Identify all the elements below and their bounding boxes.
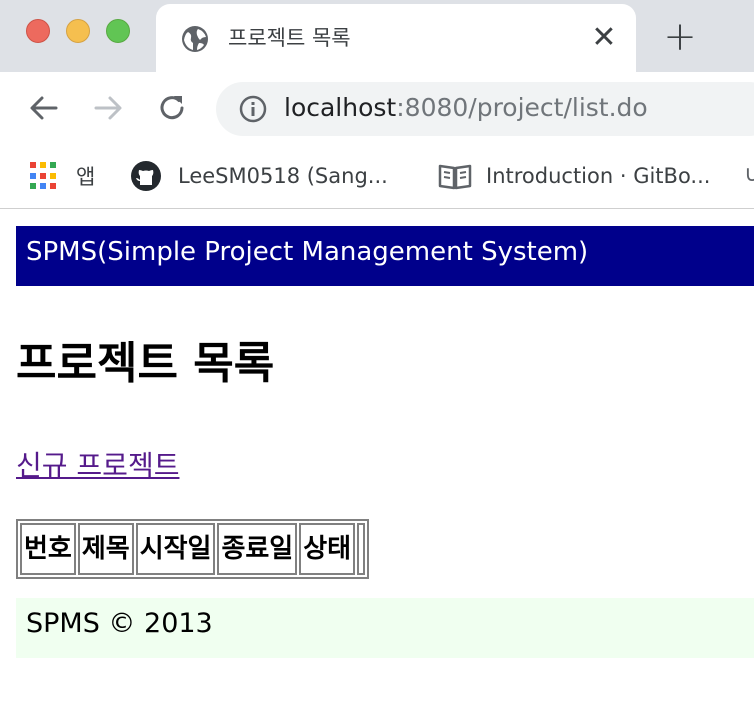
close-tab-icon[interactable]: ✕ xyxy=(588,22,620,54)
back-arrow-icon[interactable] xyxy=(26,90,62,126)
apps-grid-icon xyxy=(30,162,58,190)
reload-icon[interactable] xyxy=(154,90,190,126)
minimize-window-button[interactable] xyxy=(66,19,90,43)
bookmarks-overflow-icon[interactable]: ∪ xyxy=(744,162,754,187)
github-icon xyxy=(131,161,161,191)
url-text: localhost:8080/project/list.do xyxy=(284,92,648,124)
close-window-button[interactable] xyxy=(26,19,50,43)
bookmark-label: 앱 xyxy=(76,165,96,189)
page-title: 프로젝트 목록 xyxy=(16,338,275,389)
tab-strip: 프로젝트 목록 ✕ + xyxy=(0,0,754,72)
site-header: SPMS(Simple Project Management System) xyxy=(16,226,754,286)
new-tab-button[interactable]: + xyxy=(662,17,698,57)
new-project-link[interactable]: 신규 프로젝트 xyxy=(16,446,179,486)
tab-active[interactable]: 프로젝트 목록 ✕ xyxy=(156,4,636,72)
bookmark-github[interactable]: LeeSM0518 (Sang... xyxy=(130,156,388,196)
info-icon[interactable] xyxy=(238,94,268,124)
forward-arrow-icon[interactable] xyxy=(90,90,126,126)
url-path: :8080/project/list.do xyxy=(396,93,648,122)
bookmarks-bar: 앱 LeeSM0518 (Sang... Introduction · GitB… xyxy=(0,144,754,209)
book-icon xyxy=(438,164,472,190)
address-bar[interactable]: localhost:8080/project/list.do xyxy=(216,82,754,136)
bookmark-gitbook[interactable]: Introduction · GitBo... xyxy=(438,156,710,196)
globe-icon xyxy=(182,26,208,52)
url-host: localhost xyxy=(284,93,397,122)
maximize-window-button[interactable] xyxy=(106,19,130,43)
bookmark-label: LeeSM0518 (Sang... xyxy=(178,164,388,188)
column-header-empty xyxy=(357,523,366,575)
table-header-row: 번호 제목 시작일 종료일 상태 xyxy=(20,523,366,575)
site-footer: SPMS © 2013 xyxy=(16,598,754,658)
column-header-start-date: 시작일 xyxy=(135,523,216,575)
column-header-status: 상태 xyxy=(299,523,356,575)
bookmark-apps[interactable]: 앱 xyxy=(30,156,95,196)
bookmark-label: Introduction · GitBo... xyxy=(486,164,711,188)
column-header-title: 제목 xyxy=(77,523,134,575)
tab-title: 프로젝트 목록 xyxy=(228,26,351,50)
project-table: 번호 제목 시작일 종료일 상태 xyxy=(16,519,370,579)
column-header-end-date: 종료일 xyxy=(217,523,298,575)
column-header-number: 번호 xyxy=(20,523,76,575)
browser-toolbar: localhost:8080/project/list.do xyxy=(0,72,754,144)
